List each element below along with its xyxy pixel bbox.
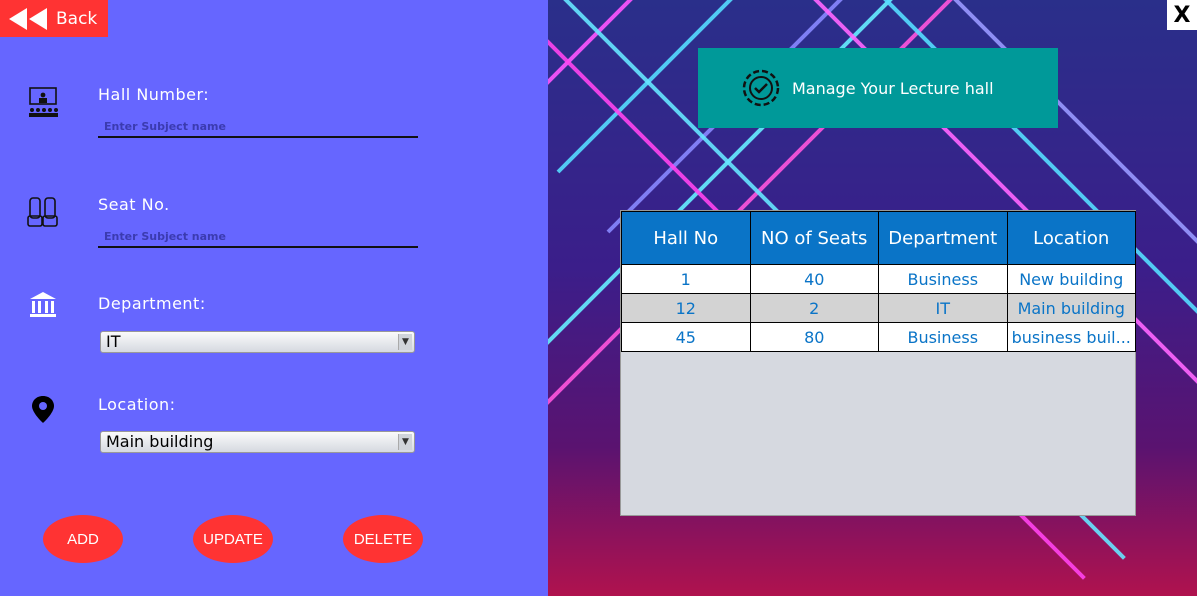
rewind-icon [9,7,47,30]
hall-number-input[interactable] [98,116,418,138]
table-cell[interactable]: 80 [749,322,879,352]
seat-no-input[interactable] [98,226,418,248]
chevron-down-icon: ▼ [398,434,412,450]
column-header[interactable]: Hall No [621,211,751,265]
department-select[interactable]: IT ▼ [100,331,415,353]
department-selected: IT [106,332,121,351]
gear-check-icon [742,69,780,107]
back-label: Back [56,8,98,29]
close-button[interactable]: X [1167,0,1197,30]
halls-table: Hall No NO of Seats Department Location … [620,210,1136,516]
table-cell[interactable]: 45 [621,322,751,352]
table-cell[interactable]: Main building [1006,293,1136,323]
column-header[interactable]: Location [1006,211,1136,265]
page-header: Manage Your Lecture hall [698,48,1058,128]
table-row[interactable]: 12 2 IT Main building [621,293,1136,323]
institution-icon [30,292,56,317]
table-cell[interactable]: 40 [749,264,879,294]
table-cell[interactable]: 1 [621,264,751,294]
column-header[interactable]: NO of Seats [749,211,879,265]
location-label: Location: [98,395,176,414]
content-panel: X Manage Your Lecture hall Hall No NO of… [548,0,1197,596]
chevron-down-icon: ▼ [398,334,412,350]
lecture-hall-icon [29,87,58,117]
add-button[interactable]: ADD [43,515,123,563]
table-row[interactable]: 1 40 Business New building [621,264,1136,294]
table-header-row: Hall No NO of Seats Department Location [621,211,1136,265]
table-cell[interactable]: 12 [621,293,751,323]
back-button[interactable]: Back [0,0,108,37]
table-cell[interactable]: New building [1006,264,1136,294]
department-label: Department: [98,294,206,313]
update-button[interactable]: UPDATE [193,515,273,563]
location-selected: Main building [106,432,214,451]
table-cell[interactable]: Business [878,264,1008,294]
location-select[interactable]: Main building ▼ [100,431,415,453]
table-cell[interactable]: Business [878,322,1008,352]
seat-no-label: Seat No. [98,195,170,214]
page-title: Manage Your Lecture hall [792,78,994,98]
form-panel: Back Hall Number: Seat No. Department: I… [0,0,548,596]
seat-icon [27,197,58,227]
column-header[interactable]: Department [878,211,1008,265]
table-cell[interactable]: business buil... [1006,322,1136,352]
table-cell[interactable]: IT [878,293,1008,323]
table-cell[interactable]: 2 [749,293,879,323]
location-pin-icon [32,396,54,423]
delete-button[interactable]: DELETE [343,515,423,563]
table-row[interactable]: 45 80 Business business buil... [621,322,1136,352]
hall-number-label: Hall Number: [98,85,210,104]
